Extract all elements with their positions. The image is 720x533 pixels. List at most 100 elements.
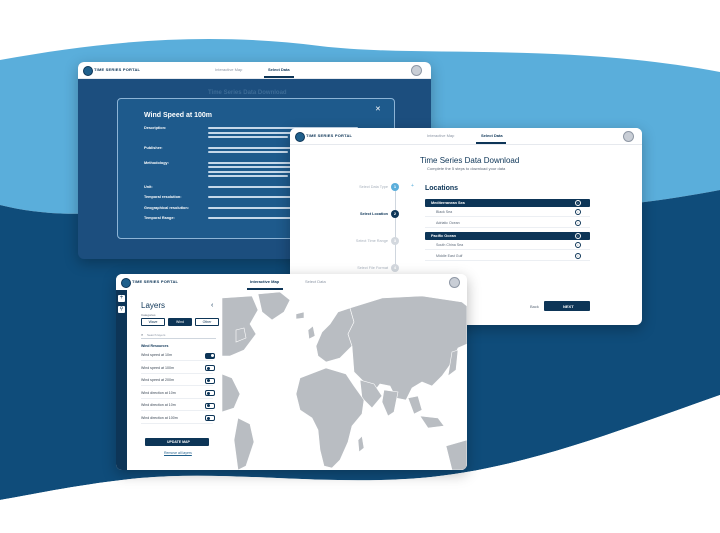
layer-item-label: Wind direction at 10m [141, 390, 176, 395]
location-group-name: Pacific Ocean [431, 234, 456, 238]
layer-divider [141, 385, 213, 386]
location-divider [425, 249, 590, 250]
app-header: TIME SERIES PORTAL Interactive Map Selec… [290, 128, 642, 145]
layers-tool-button[interactable]: + [118, 295, 125, 302]
location-group-header[interactable]: Pacific Ocean i [425, 232, 590, 240]
next-button[interactable]: NEXT [544, 301, 590, 311]
avatar[interactable] [623, 131, 634, 142]
info-icon[interactable]: i [575, 253, 581, 259]
window-interactive-map: TIME SERIES PORTAL Interactive Map Selec… [116, 274, 467, 470]
location-divider [425, 227, 590, 228]
next-button-label: NEXT [563, 304, 574, 309]
layers-title: Layers [141, 301, 166, 310]
location-item[interactable]: Black Sea [436, 210, 452, 214]
layer-item-label: Wind speed at 10m [141, 353, 172, 357]
location-divider [425, 260, 590, 261]
location-item[interactable]: Middle East Gulf [436, 254, 462, 258]
toggle-knob [206, 391, 210, 395]
step-number-badge[interactable]: 2 [391, 210, 399, 218]
layer-divider [141, 422, 213, 424]
layer-divider [141, 372, 213, 374]
tool-rail: + ⚲ [116, 290, 127, 470]
step-label: Select Data Type [359, 185, 388, 189]
info-icon[interactable]: i [575, 209, 581, 215]
download-title: Time Series Data Download [420, 156, 520, 165]
layers-panel: Layers ‹ Categories Wave Wind Other ⌕ Sear… [127, 290, 222, 470]
avatar[interactable] [449, 277, 460, 288]
modal-row-label: Temporal Range: [144, 216, 175, 220]
info-icon[interactable]: i [575, 242, 581, 248]
category-button[interactable]: Wind [168, 318, 192, 326]
step-number-badge[interactable]: 1 [391, 183, 399, 191]
close-icon[interactable]: ✕ [375, 105, 381, 113]
search-input[interactable]: ⌕ Search layers [141, 331, 216, 339]
tab-interactive-map[interactable]: Interactive Map [250, 279, 279, 284]
layer-toggle[interactable] [205, 415, 215, 421]
stepper-line [395, 188, 396, 270]
layer-toggle[interactable] [205, 402, 215, 409]
search-placeholder: Search layers [147, 333, 166, 337]
avatar[interactable] [411, 65, 422, 76]
step-number-badge[interactable]: 3 [391, 237, 399, 245]
update-map-button[interactable]: UPDATE MAP [145, 438, 209, 446]
location-group-header[interactable]: Mediterranean Sea i [425, 199, 590, 207]
background-heading: Time Series Data Download [208, 90, 287, 96]
toggle-knob [210, 354, 214, 357]
location-item[interactable]: South China Sea [436, 243, 463, 247]
step-number-badge[interactable]: 4 [391, 264, 399, 272]
active-tab-indicator [476, 142, 506, 144]
layer-toggle[interactable] [205, 390, 215, 396]
collapse-panel-icon[interactable]: ‹ [211, 302, 213, 309]
app-header: TIME SERIES PORTAL Interactive Map Selec… [116, 274, 467, 291]
world-map[interactable] [222, 290, 467, 470]
back-button[interactable]: Back [530, 304, 539, 309]
layer-item-label: Wind speed at 100m [141, 365, 174, 370]
modal-row-text-line [208, 151, 288, 153]
info-icon[interactable]: i [575, 220, 581, 226]
modal-row-label: Unit: [144, 184, 153, 189]
portal-logo-icon [83, 66, 93, 76]
modal-row-label: Publisher: [144, 145, 163, 150]
tab-interactive-map[interactable]: Interactive Map [427, 133, 454, 138]
location-divider [425, 216, 590, 217]
update-map-label: UPDATE MAP [167, 440, 190, 444]
layer-toggle[interactable] [205, 352, 215, 359]
tab-select-data[interactable]: Select Data [268, 67, 290, 72]
app-name: TIME SERIES PORTAL [94, 67, 141, 72]
download-subtitle: Complete the 5 steps to download your da… [427, 166, 506, 171]
location-tool-button[interactable]: ⚲ [118, 306, 125, 313]
toggle-knob [206, 416, 210, 420]
modal-row-label: Temporal resolution: [144, 195, 182, 199]
info-icon[interactable]: i [575, 233, 581, 239]
category-button[interactable]: Other [195, 318, 219, 326]
tab-interactive-map[interactable]: Interactive Map [215, 67, 242, 72]
layer-item-label: Wind speed at 200m [141, 378, 174, 382]
layer-toggle[interactable] [205, 377, 215, 384]
active-tab-indicator [264, 76, 294, 78]
location-group-name: Mediterranean Sea [431, 201, 465, 205]
search-icon: ⌕ [141, 332, 144, 337]
step-label: Select Time Range [355, 239, 388, 243]
layer-divider [141, 360, 213, 361]
layer-divider [141, 397, 213, 399]
plus-icon[interactable]: + [411, 183, 414, 189]
tab-select-data[interactable]: Select Data [481, 133, 503, 138]
category-button[interactable]: Wave [141, 318, 165, 326]
modal-title: Wind Speed at 100m [144, 112, 213, 119]
info-icon[interactable]: i [575, 200, 581, 206]
locations-title: Locations [425, 185, 459, 192]
toggle-knob [206, 379, 210, 382]
toggle-knob [206, 366, 210, 370]
remove-layers-link[interactable]: Remove all layers [164, 451, 192, 455]
layer-item-label: Wind direction at 10m [141, 403, 176, 407]
portal-logo-icon [121, 278, 131, 288]
layer-toggle[interactable] [205, 365, 215, 371]
step-label: Select Location [359, 212, 388, 216]
modal-row-label: Description: [144, 126, 167, 130]
modal-row-text-line [208, 136, 288, 138]
tab-select-data[interactable]: Select Data [305, 279, 326, 284]
modal-row-text-line [208, 175, 288, 177]
location-item[interactable]: Adriatic Ocean [436, 221, 460, 225]
layer-divider [141, 410, 213, 411]
app-header: TIME SERIES PORTAL Interactive Map Selec… [78, 62, 431, 79]
